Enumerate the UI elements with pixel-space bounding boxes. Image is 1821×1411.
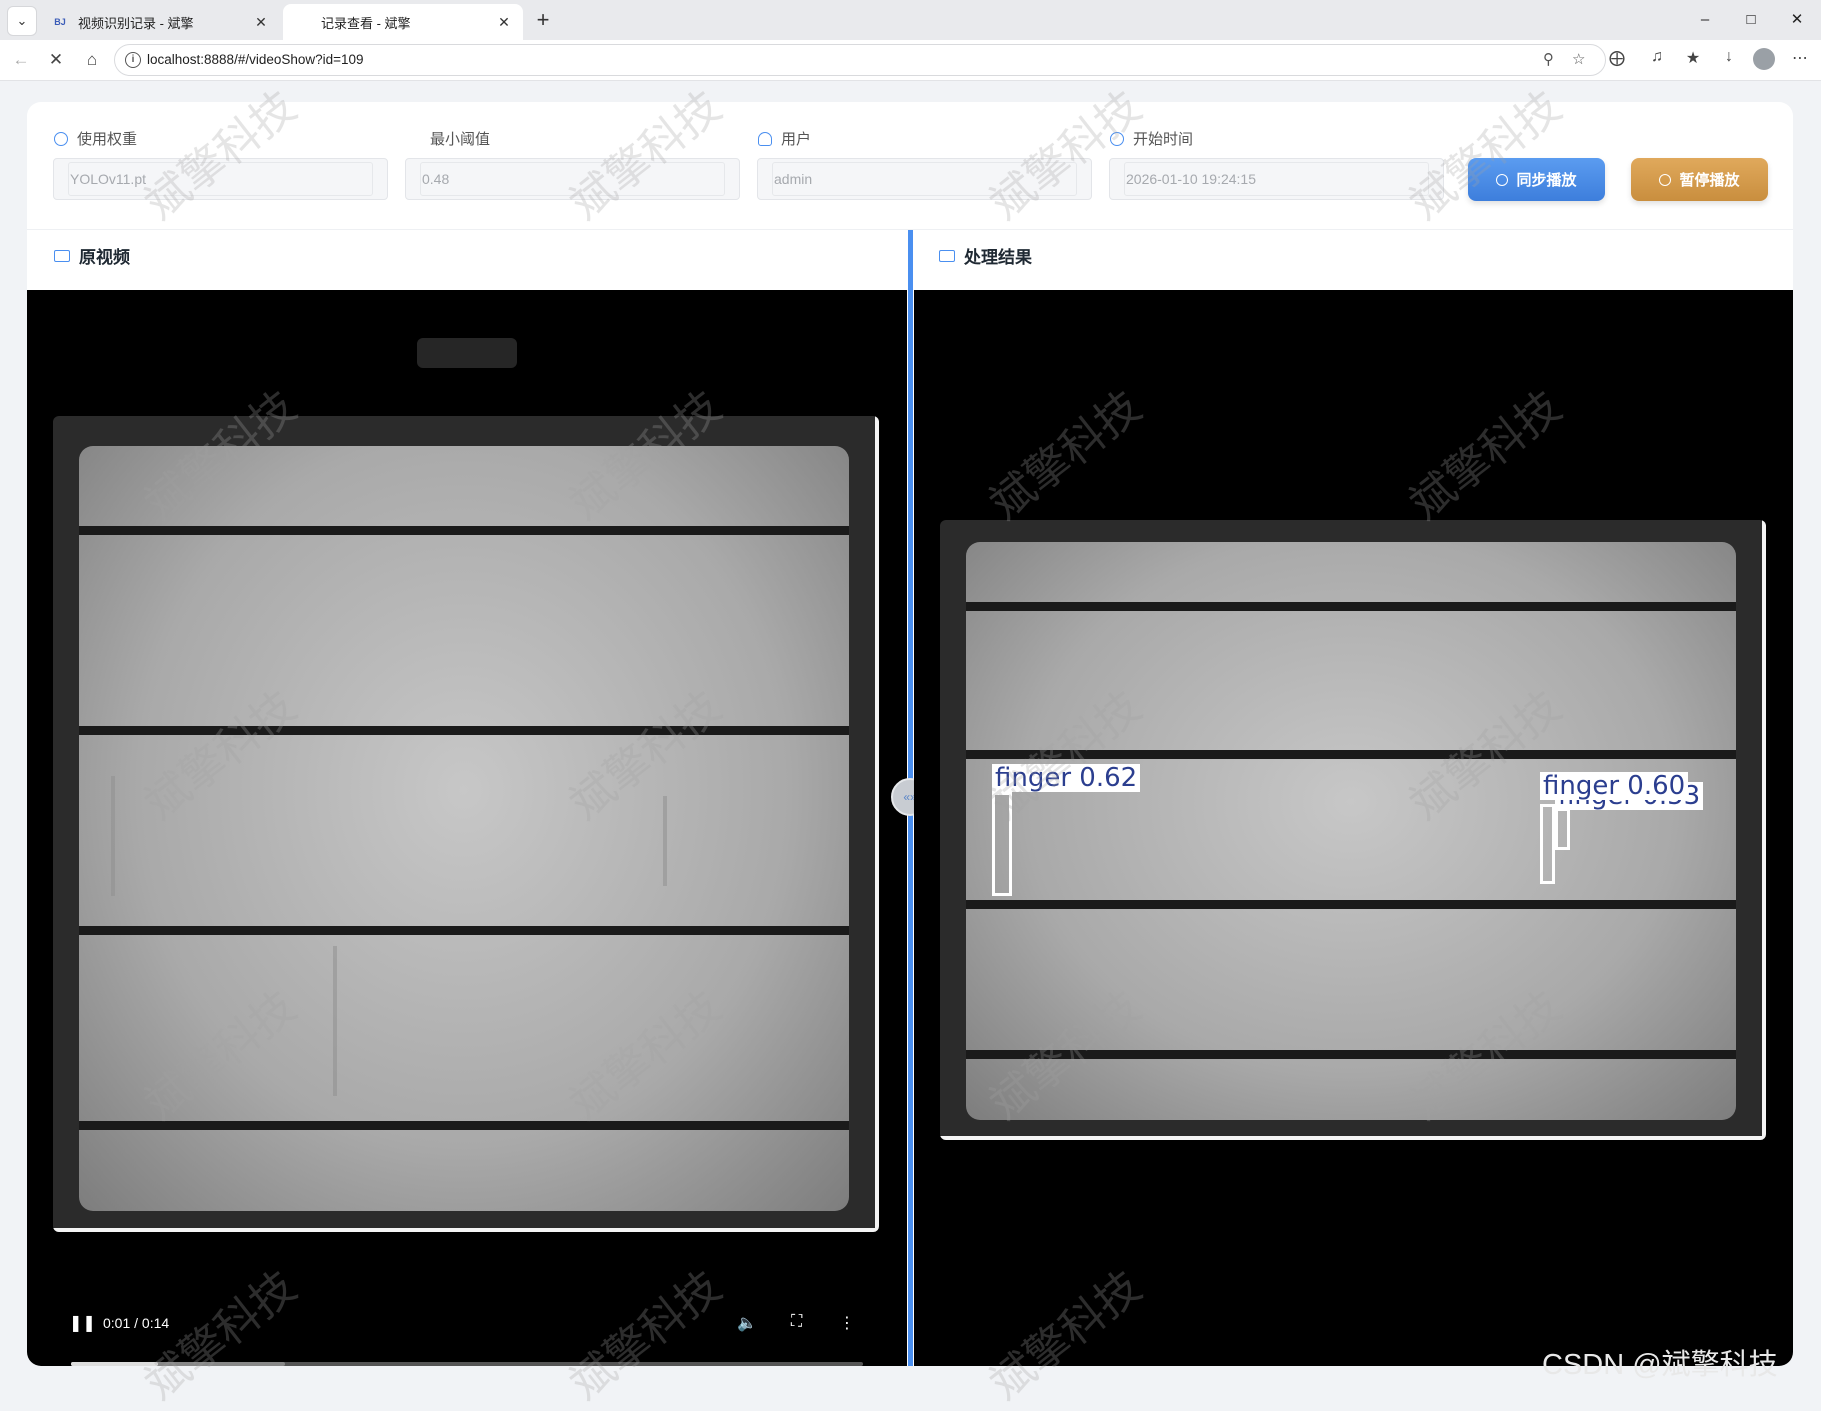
busbar	[79, 726, 849, 735]
home-icon[interactable]: ⌂	[78, 46, 106, 74]
busbar	[966, 750, 1736, 759]
favorite-star-icon[interactable]: ☆	[1572, 50, 1585, 68]
play-circle-icon	[1496, 173, 1509, 186]
user-label: 用户	[758, 128, 811, 149]
browser-tab-records[interactable]: BJ 视频识别记录 - 斌擎 ✕	[40, 4, 280, 40]
user-icon	[758, 131, 772, 146]
url-text: localhost:8888/#/videoShow?id=109	[147, 52, 364, 67]
zoom-icon[interactable]: ⚲	[1543, 50, 1554, 68]
video-progress-bar[interactable]	[71, 1362, 863, 1366]
monitor-icon	[939, 249, 955, 262]
media-icon[interactable]: ♫	[1644, 48, 1670, 72]
busbar	[966, 602, 1736, 611]
tab-list-chevron-icon[interactable]: ⌄	[7, 6, 37, 36]
tab-favicon: BJ	[54, 17, 66, 27]
original-video-title: 原视频	[54, 243, 130, 268]
video-time: 0:01 / 0:14	[103, 1315, 170, 1331]
original-video-frame	[53, 416, 879, 1232]
result-frame: finger 0.62 finger 0.53 finger 0.60	[940, 520, 1766, 1140]
result-title: 处理结果	[939, 243, 1032, 268]
threshold-field[interactable]: 0.48	[405, 158, 740, 200]
favorites-icon[interactable]: ★	[1680, 48, 1706, 72]
tab-close-icon[interactable]: ✕	[250, 14, 272, 31]
busbar	[966, 1050, 1736, 1059]
window-close-icon[interactable]: ✕	[1774, 0, 1820, 40]
browser-address-bar: ← ✕ ⌂ i localhost:8888/#/videoShow?id=10…	[0, 40, 1821, 81]
new-tab-plus-icon[interactable]: +	[528, 6, 558, 34]
pause-icon[interactable]: ❚❚	[69, 1313, 96, 1333]
finger-defect-line	[333, 946, 337, 1096]
more-menu-icon[interactable]: ⋯	[1787, 48, 1813, 72]
detection-box	[1555, 808, 1570, 850]
pause-play-button[interactable]: 暂停播放	[1631, 158, 1768, 201]
clock-icon	[1110, 131, 1124, 146]
weight-field[interactable]: YOLOv11.pt	[53, 158, 388, 200]
busbar	[79, 926, 849, 935]
user-field[interactable]: admin	[757, 158, 1092, 200]
tab-title: 记录查看 - 斌擎	[321, 15, 411, 31]
profile-avatar[interactable]	[1753, 48, 1775, 70]
busbar	[966, 900, 1736, 909]
video-camera-icon	[54, 249, 70, 262]
threshold-label: 最小阈值	[430, 131, 491, 148]
download-icon[interactable]: ↓	[1716, 48, 1742, 72]
start-time-field[interactable]: 2026-01-10 19:24:15	[1109, 158, 1444, 200]
tab-close-icon[interactable]: ✕	[493, 14, 515, 31]
solar-cell-image	[79, 446, 849, 1211]
csdn-credit: CSDN @斌擎科技	[1542, 1349, 1778, 1381]
url-field[interactable]: i localhost:8888/#/videoShow?id=109 ⚲ ☆	[114, 44, 1606, 76]
more-options-icon[interactable]: ⋮	[839, 1313, 855, 1333]
browser-tab-view[interactable]: 记录查看 - 斌擎 ✕	[283, 4, 523, 40]
site-info-icon[interactable]: i	[125, 52, 141, 68]
frame-edge	[1762, 520, 1766, 1140]
finger-defect-line	[663, 796, 667, 886]
detection-label: finger 0.62	[992, 764, 1141, 792]
busbar	[79, 1121, 849, 1130]
busbar	[79, 526, 849, 535]
solar-cell-image	[966, 542, 1736, 1120]
tab-favicon	[295, 14, 311, 30]
detection-box	[992, 792, 1012, 896]
frame-edge	[940, 1136, 1766, 1140]
volume-icon[interactable]: 🔈	[737, 1313, 757, 1333]
browser-tab-bar: ⌄ BJ 视频识别记录 - 斌擎 ✕ 记录查看 - 斌擎 ✕ + – □ ✕	[0, 0, 1821, 40]
minimize-icon[interactable]: –	[1682, 0, 1728, 40]
sync-play-button[interactable]: 同步播放	[1468, 158, 1605, 201]
fullscreen-icon[interactable]: ⛶	[791, 1313, 802, 1331]
start-time-label: 开始时间	[1110, 128, 1193, 149]
processed-result-view: finger 0.62 finger 0.53 finger 0.60	[914, 290, 1793, 1366]
progress-played	[71, 1362, 159, 1366]
extensions-icon[interactable]: ⨁	[1604, 48, 1630, 72]
frame-edge	[53, 1228, 879, 1232]
tab-title: 视频识别记录 - 斌擎	[78, 15, 194, 31]
maximize-icon[interactable]: □	[1728, 0, 1774, 40]
video-record-card: 使用权重 YOLOv11.pt 最小阈值 0.48 用户 admin 开始时间 …	[27, 102, 1793, 1366]
weight-label: 使用权重	[54, 128, 137, 149]
pause-circle-icon	[1659, 173, 1672, 186]
video-overlay-pill	[417, 338, 517, 368]
stop-loading-icon[interactable]: ✕	[42, 46, 70, 74]
original-video-player[interactable]: ❚❚ 0:01 / 0:14 🔈 ⛶ ⋮	[27, 290, 907, 1366]
finger-defect-line	[111, 776, 115, 896]
chip-icon	[54, 131, 68, 146]
back-arrow-icon[interactable]: ←	[7, 46, 35, 74]
detection-label: finger 0.60	[1540, 772, 1689, 800]
detection-box	[1540, 804, 1555, 884]
frame-edge	[875, 416, 879, 1232]
